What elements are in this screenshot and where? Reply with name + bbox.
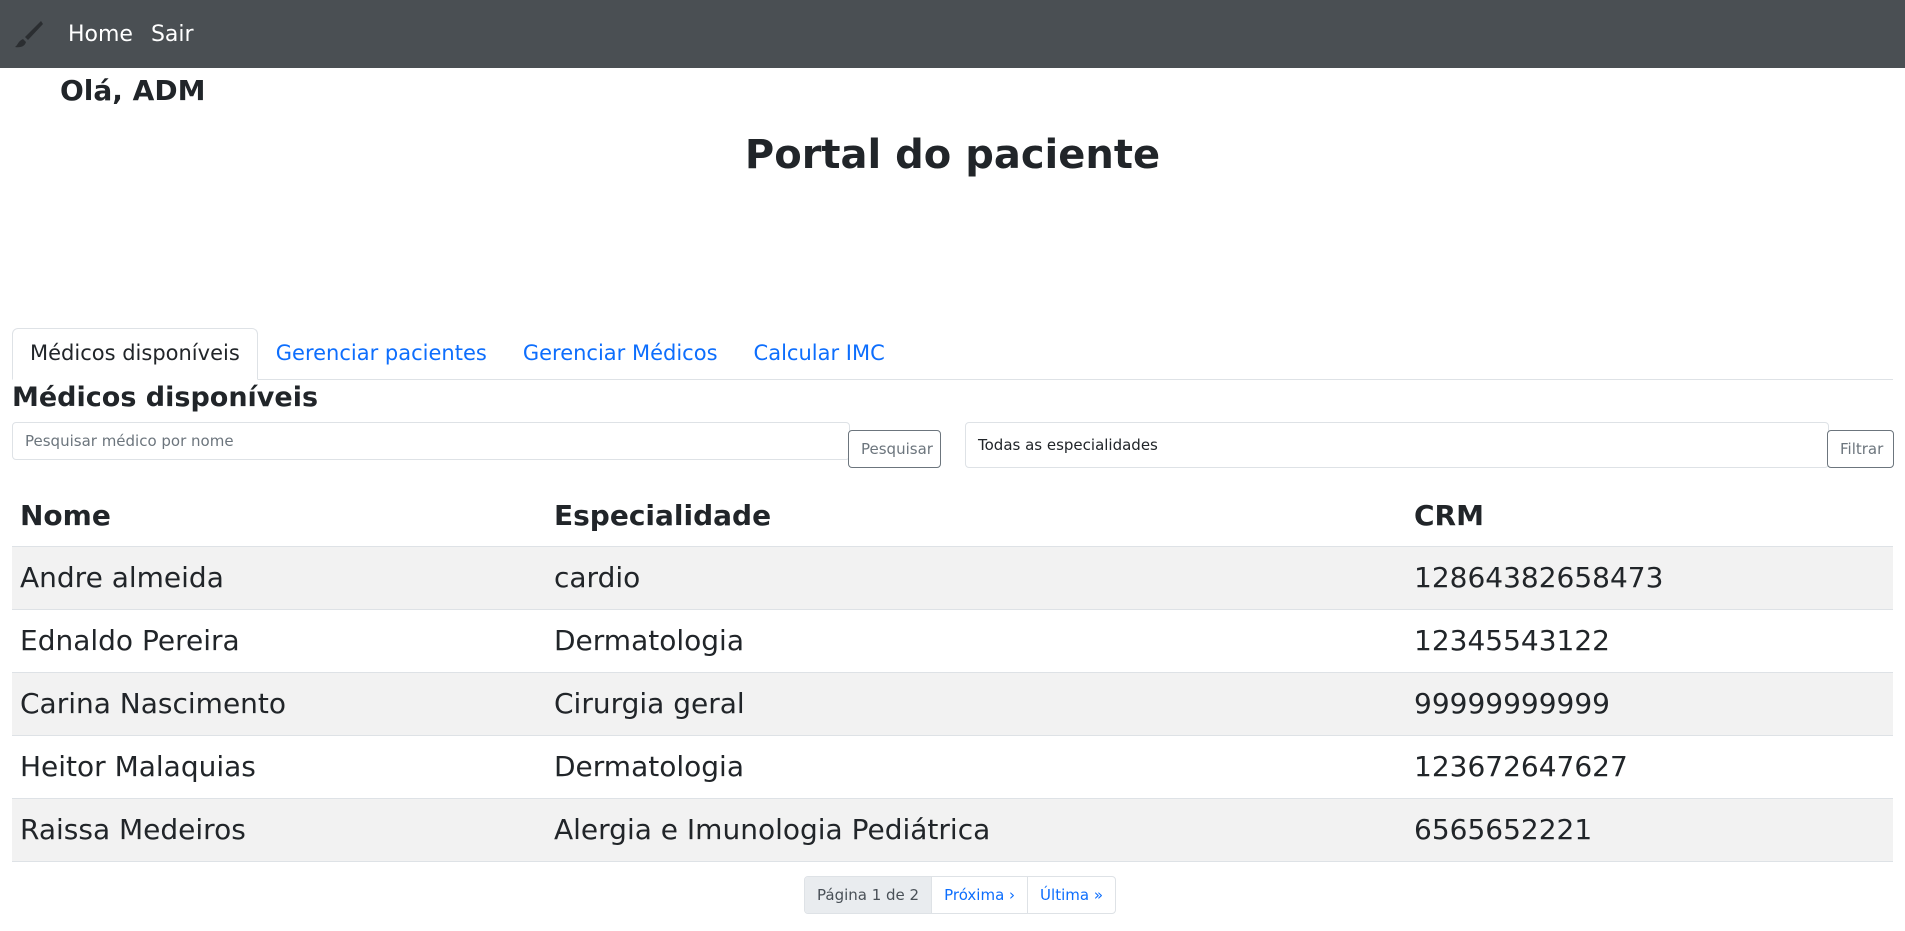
tab-calcular-imc[interactable]: Calcular IMC <box>736 328 903 380</box>
user-greeting: Olá, ADM <box>60 74 206 107</box>
table-row: Carina Nascimento Cirurgia geral 9999999… <box>12 672 1893 736</box>
pagination-last-link[interactable]: Última » <box>1027 877 1115 913</box>
table-header-row: Nome Especialidade CRM <box>12 486 1893 547</box>
search-button[interactable]: Pesquisar <box>848 430 941 468</box>
pagination-current-page: Página 1 de 2 <box>805 877 932 913</box>
cell-nome: Raissa Medeiros <box>12 798 546 862</box>
header-crm: CRM <box>1406 486 1893 547</box>
cell-nome: Carina Nascimento <box>12 672 546 736</box>
specialty-select-value: Todas as especialidades <box>978 436 1158 454</box>
nav-link-sair[interactable]: Sair <box>151 22 194 47</box>
tab-gerenciar-pacientes[interactable]: Gerenciar pacientes <box>258 328 505 380</box>
table-row: Andre almeida cardio 12864382658473 <box>12 546 1893 610</box>
header-nome: Nome <box>12 486 546 547</box>
pagination: Página 1 de 2 Próxima › Última » <box>804 876 1116 914</box>
tab-bar: Médicos disponíveis Gerenciar pacientes … <box>12 328 1893 380</box>
filter-button[interactable]: Filtrar <box>1827 430 1894 468</box>
table-row: Ednaldo Pereira Dermatologia 12345543122 <box>12 609 1893 673</box>
cell-nome: Ednaldo Pereira <box>12 609 546 673</box>
cell-especialidade: Alergia e Imunologia Pediátrica <box>546 798 1406 862</box>
cell-nome: Heitor Malaquias <box>12 735 546 799</box>
pagination-next-link[interactable]: Próxima › <box>931 877 1027 913</box>
paintbrush-icon[interactable] <box>10 16 46 52</box>
doctors-table: Nome Especialidade CRM Andre almeida car… <box>12 486 1893 862</box>
doctor-search-input[interactable] <box>12 422 850 460</box>
cell-crm: 99999999999 <box>1406 672 1893 736</box>
table-row: Heitor Malaquias Dermatologia 1236726476… <box>12 735 1893 799</box>
nav-link-home[interactable]: Home <box>68 22 133 47</box>
cell-especialidade: Dermatologia <box>546 609 1406 673</box>
cell-nome: Andre almeida <box>12 546 546 610</box>
tab-medicos-disponiveis[interactable]: Médicos disponíveis <box>12 328 258 380</box>
table-row: Raissa Medeiros Alergia e Imunologia Ped… <box>12 798 1893 862</box>
tab-gerenciar-medicos[interactable]: Gerenciar Médicos <box>505 328 736 380</box>
cell-crm: 123672647627 <box>1406 735 1893 799</box>
page-title: Portal do paciente <box>744 132 1161 178</box>
top-navbar: Home Sair <box>0 0 1905 68</box>
cell-crm: 6565652221 <box>1406 798 1893 862</box>
header-especialidade: Especialidade <box>546 486 1406 547</box>
cell-crm: 12864382658473 <box>1406 546 1893 610</box>
cell-especialidade: cardio <box>546 546 1406 610</box>
cell-especialidade: Cirurgia geral <box>546 672 1406 736</box>
cell-crm: 12345543122 <box>1406 609 1893 673</box>
section-title: Médicos disponíveis <box>12 382 319 413</box>
specialty-select[interactable]: Todas as especialidades <box>965 422 1829 468</box>
cell-especialidade: Dermatologia <box>546 735 1406 799</box>
